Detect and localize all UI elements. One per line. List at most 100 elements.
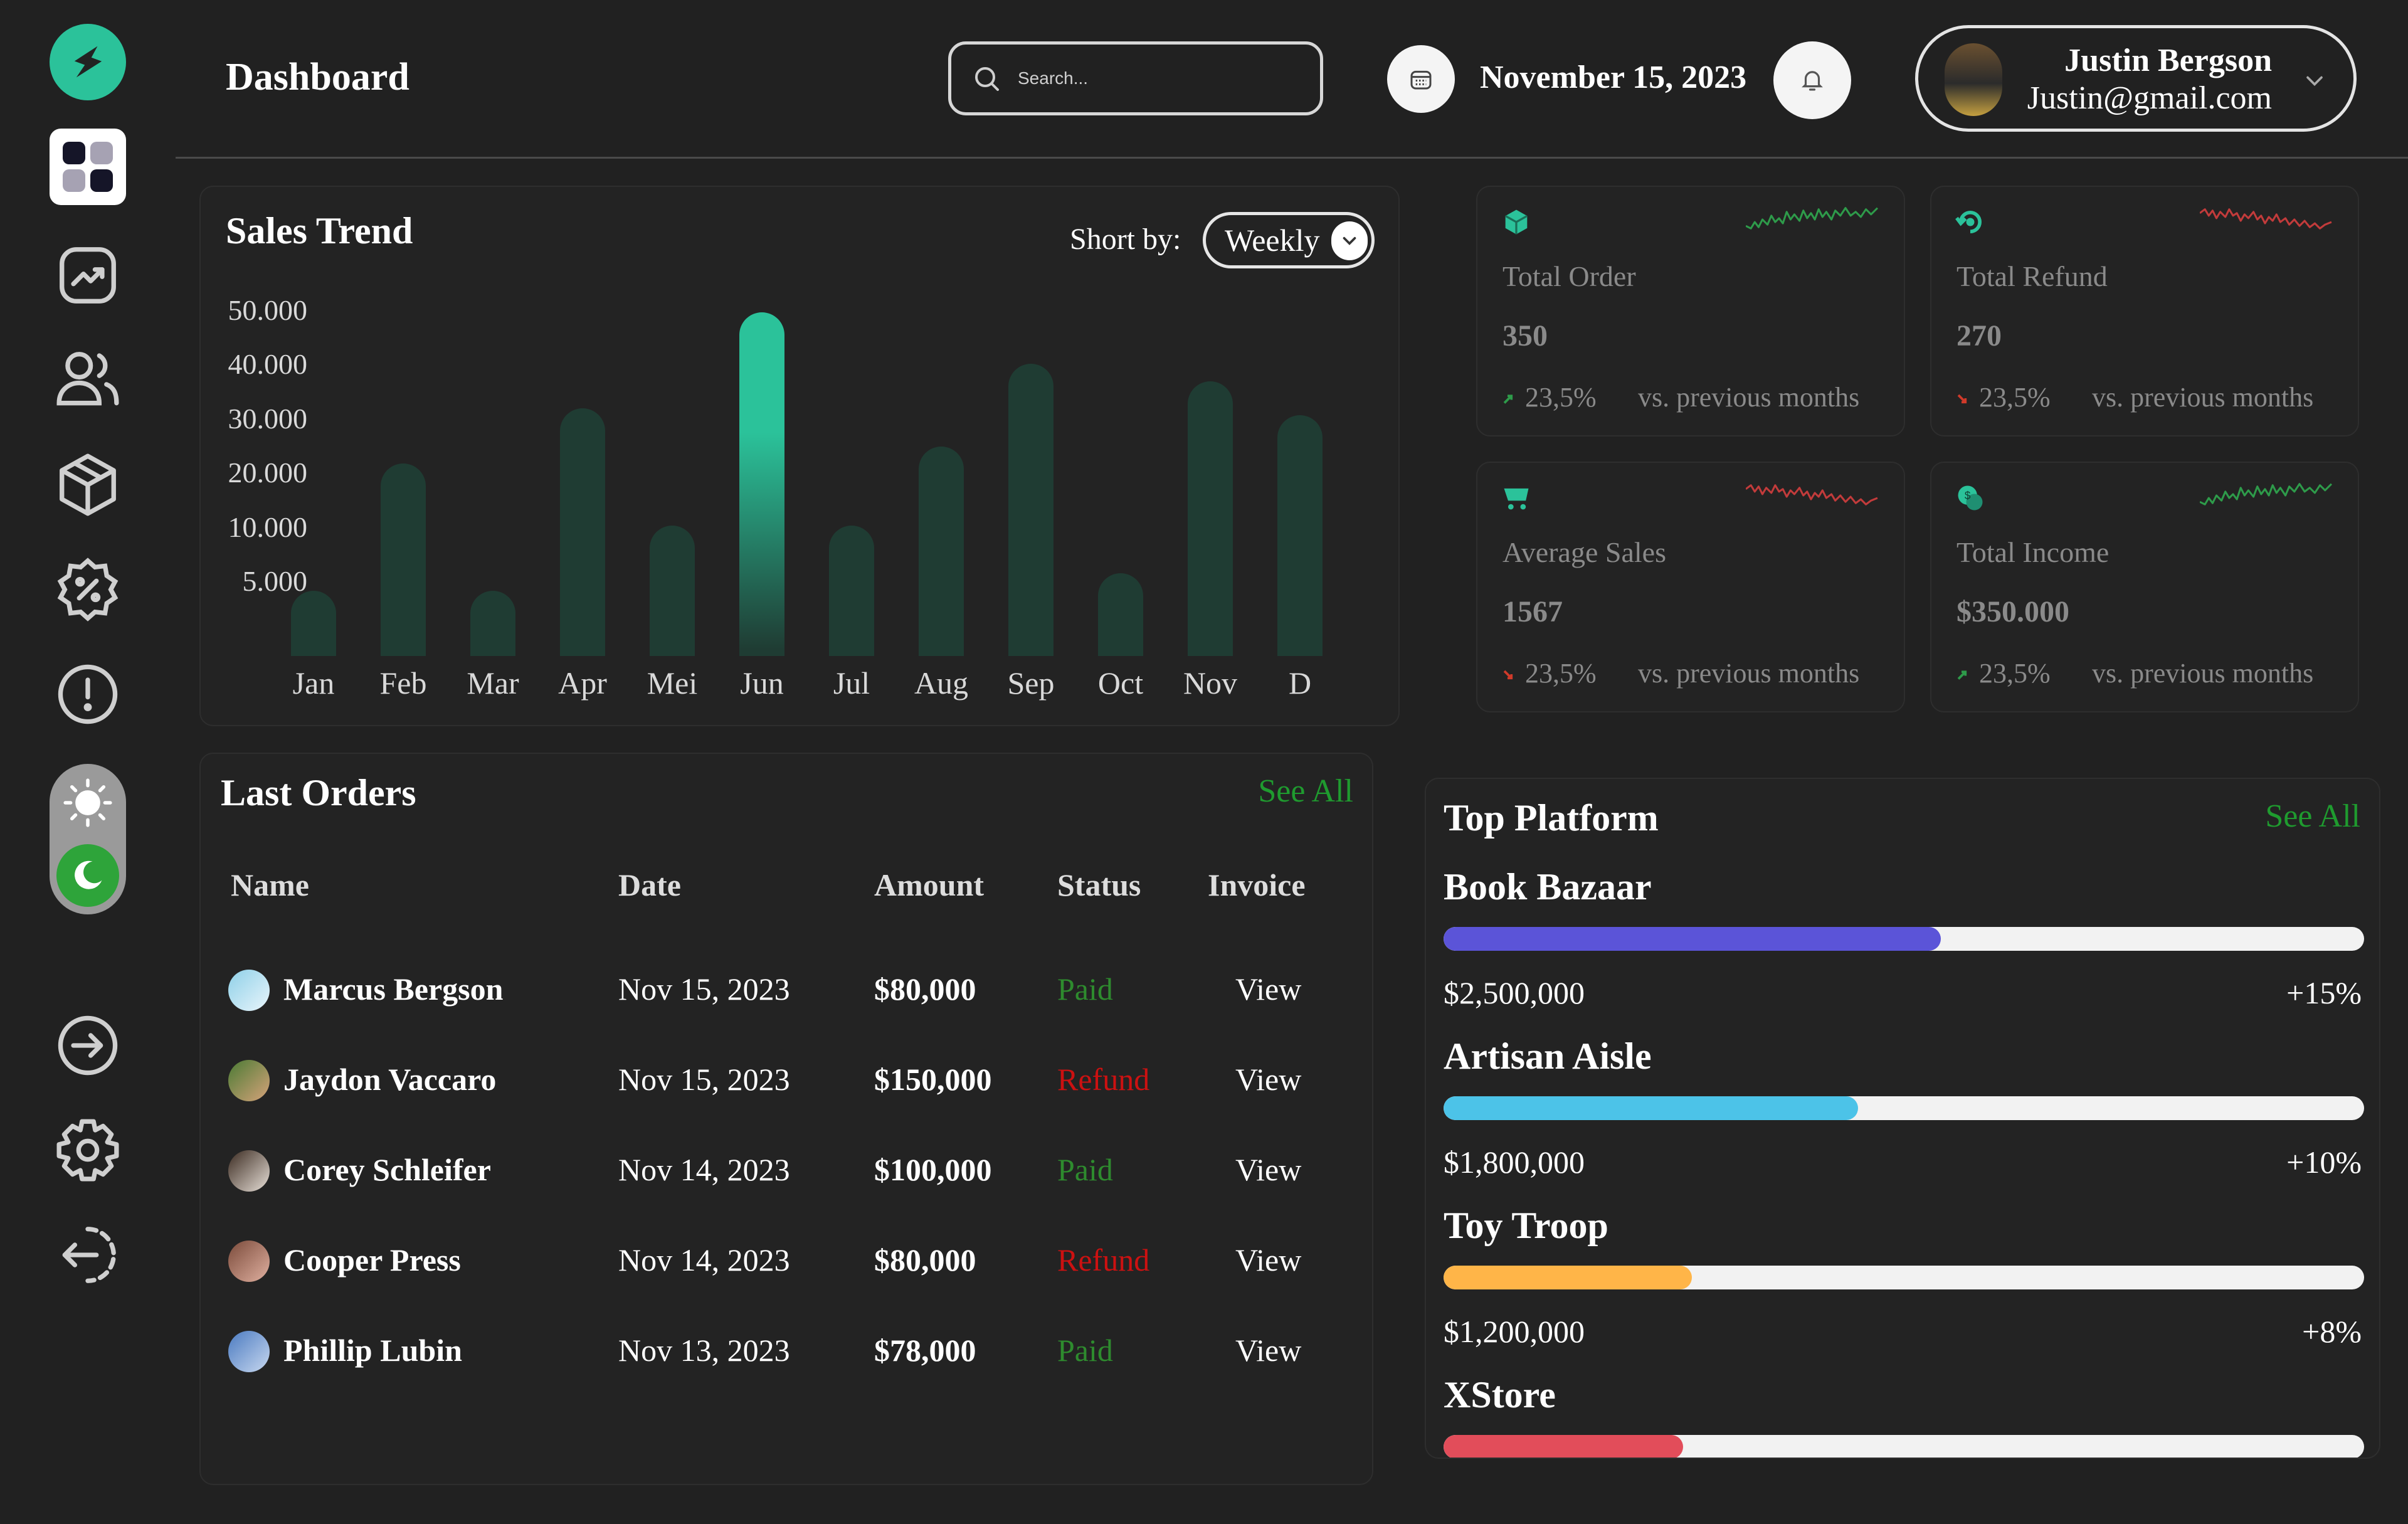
order-date: Nov 14, 2023: [618, 1152, 790, 1187]
top-platform-card: Top Platform See All Book Bazaar $2,500,0…: [1425, 778, 2380, 1459]
stat-label: Total Order: [1502, 260, 1636, 292]
order-customer-name: Corey Schleifer: [283, 1152, 491, 1187]
calendar-icon: [1410, 70, 1432, 90]
order-date: Nov 13, 2023: [618, 1333, 790, 1368]
avatar: [228, 1150, 270, 1192]
avatar: [1945, 43, 2002, 116]
user-name: Justin Bergson: [2064, 43, 2272, 78]
users-icon[interactable]: [50, 342, 126, 418]
theme-toggle[interactable]: [50, 764, 126, 914]
stat-delta: 23,5%: [1979, 658, 2051, 689]
stat-delta: 23,5%: [1525, 382, 1597, 413]
bar-jul[interactable]: [829, 525, 874, 656]
platform-name: Book Bazaar: [1444, 866, 1652, 908]
notification-button[interactable]: [1773, 41, 1851, 119]
invoice-view-link[interactable]: View: [1235, 1061, 1301, 1098]
user-email: Justin@gmail.com: [2027, 80, 2272, 116]
avatar: [228, 1060, 270, 1101]
platform-progress-fill: [1444, 1266, 1692, 1289]
platform-progress-bar: [1444, 1435, 2364, 1458]
sun-icon[interactable]: [56, 771, 119, 834]
bar-feb[interactable]: [381, 463, 426, 656]
column-header-status[interactable]: Status: [1057, 867, 1141, 903]
table-row[interactable]: Corey Schleifer Nov 14, 2023 $100,000 Paid V…: [201, 1138, 1375, 1200]
bar-apr[interactable]: [560, 408, 605, 656]
platform-name: XStore: [1444, 1374, 1556, 1416]
discount-icon[interactable]: [50, 551, 126, 628]
table-row[interactable]: Cooper Press Nov 14, 2023 $80,000 Refund Vie…: [201, 1228, 1375, 1291]
last-orders-card: Last Orders See All Name Date Amount Sta…: [199, 753, 1373, 1485]
moon-icon[interactable]: [56, 844, 119, 907]
chevron-down-icon[interactable]: [2301, 67, 2328, 95]
bar-jan[interactable]: [291, 590, 336, 656]
apps-grid-icon[interactable]: [50, 129, 126, 205]
settings-icon[interactable]: [50, 1112, 126, 1188]
trend-up-icon: [1955, 665, 1974, 684]
page-title: Dashboard: [226, 56, 409, 98]
user-profile[interactable]: Justin Bergson Justin@gmail.com: [1915, 25, 2357, 132]
y-tick-label: 40.000: [228, 348, 308, 380]
stat-compare: vs. previous months: [1638, 658, 1860, 689]
table-row[interactable]: Marcus Bergson Nov 15, 2023 $80,000 Paid Vie…: [201, 957, 1375, 1020]
y-tick-label: 50.000: [228, 294, 308, 326]
order-customer-name: Jaydon Vaccaro: [283, 1062, 497, 1097]
order-date: Nov 14, 2023: [618, 1242, 790, 1278]
x-tick-label: Jul: [833, 665, 870, 701]
invoice-view-link[interactable]: View: [1235, 971, 1301, 1007]
x-tick-label: Sep: [1007, 665, 1055, 701]
column-header-amount[interactable]: Amount: [874, 867, 984, 903]
logout-icon[interactable]: [50, 1217, 126, 1293]
trend-chart-icon[interactable]: [50, 237, 126, 314]
stat-compare: vs. previous months: [2092, 658, 2314, 689]
column-header-name[interactable]: Name: [231, 867, 309, 903]
platform-progress-fill: [1444, 1435, 1683, 1458]
stat-card[interactable]: $ Total Income $350.000 23,5% vs. previous m…: [1930, 462, 2359, 712]
invoice-view-link[interactable]: View: [1235, 1332, 1301, 1368]
coin-icon: $: [1954, 482, 1987, 514]
platform-progress-bar: [1444, 1266, 2364, 1289]
stat-card[interactable]: Total Order 350 23,5% vs. previous months: [1476, 186, 1905, 437]
search-box[interactable]: [948, 41, 1323, 115]
search-input[interactable]: [1017, 68, 1282, 89]
bell-icon: [1802, 71, 1823, 91]
table-row[interactable]: Jaydon Vaccaro Nov 15, 2023 $150,000 Refund…: [201, 1047, 1375, 1110]
stat-card[interactable]: Average Sales 1567 23,5% vs. previous month…: [1476, 462, 1905, 712]
box-icon[interactable]: [50, 447, 126, 523]
column-header-date[interactable]: Date: [618, 867, 681, 903]
svg-text:$: $: [1965, 489, 1971, 502]
bar-aug[interactable]: [919, 446, 964, 656]
invoice-view-link[interactable]: View: [1235, 1151, 1301, 1188]
bolt-logo-icon[interactable]: [50, 24, 126, 100]
bar-jun[interactable]: [739, 312, 784, 656]
column-header-invoice[interactable]: Invoice: [1208, 867, 1306, 903]
order-status: Paid: [1057, 1333, 1113, 1368]
bar-sep[interactable]: [1008, 364, 1054, 656]
x-tick-label: Jun: [740, 665, 784, 701]
bar-mar[interactable]: [470, 590, 515, 656]
stat-label: Total Income: [1956, 536, 2110, 568]
top-platform-title: Top Platform: [1444, 797, 1659, 839]
arrow-right-icon[interactable]: [50, 1007, 126, 1084]
bar-d[interactable]: [1277, 415, 1323, 656]
last-orders-title: Last Orders: [221, 772, 416, 813]
x-tick-label: Nov: [1183, 665, 1238, 701]
trend-down-icon: [1501, 665, 1520, 684]
stat-card[interactable]: Total Refund 270 23,5% vs. previous months: [1930, 186, 2359, 437]
x-tick-label: Apr: [558, 665, 607, 701]
stat-value: 270: [1956, 319, 2002, 352]
sparkline: [1745, 482, 1880, 509]
invoice-view-link[interactable]: View: [1235, 1242, 1301, 1278]
orders-see-all-link[interactable]: See All: [1258, 773, 1353, 810]
bar-nov[interactable]: [1188, 381, 1233, 656]
order-date: Nov 15, 2023: [618, 971, 790, 1007]
bar-mei[interactable]: [650, 525, 695, 656]
table-row[interactable]: Phillip Lubin Nov 13, 2023 $78,000 Paid View: [201, 1318, 1375, 1381]
trend-up-icon: [1501, 389, 1520, 408]
platform-progress-bar: [1444, 1096, 2364, 1120]
platform-see-all-link[interactable]: See All: [2265, 798, 2360, 835]
alert-icon[interactable]: [50, 656, 126, 733]
calendar-button[interactable]: [1387, 45, 1455, 113]
x-tick-label: D: [1288, 665, 1312, 701]
stat-delta: 23,5%: [1525, 658, 1597, 689]
bar-oct[interactable]: [1098, 573, 1143, 656]
